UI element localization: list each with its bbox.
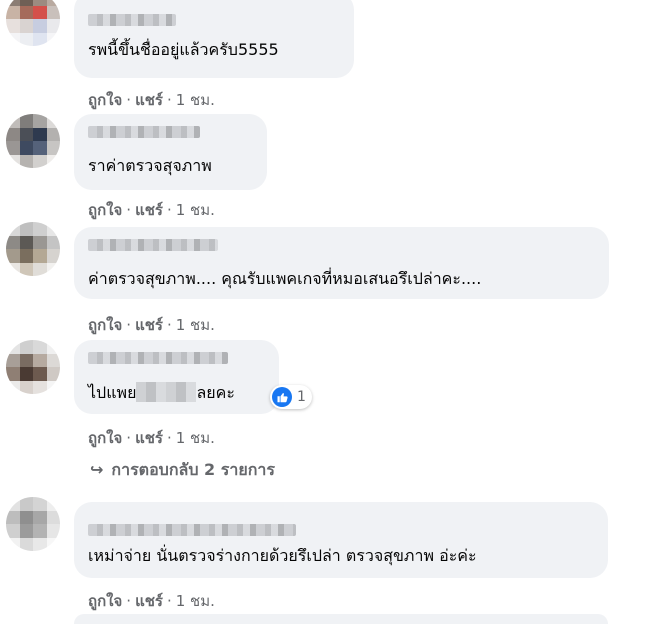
reaction-count: 1 <box>297 389 306 405</box>
share-link[interactable]: แชร์ <box>135 429 163 447</box>
separator: · <box>166 429 172 447</box>
avatar[interactable] <box>6 222 60 276</box>
comment-text-part: ไปแพย <box>88 383 137 402</box>
commenter-name[interactable] <box>88 126 200 138</box>
share-link[interactable]: แชร์ <box>135 91 163 109</box>
like-link[interactable]: ถูกใจ <box>88 91 122 109</box>
timestamp[interactable]: 1 ชม. <box>176 316 215 334</box>
comment-bubble: ค่าตรวจสุขภาพ.... คุณรับแพคเกจที่หมอเสนอ… <box>74 227 609 299</box>
timestamp[interactable]: 1 ชม. <box>176 429 215 447</box>
like-link[interactable]: ถูกใจ <box>88 201 122 219</box>
like-link[interactable]: ถูกใจ <box>88 429 122 447</box>
avatar[interactable] <box>6 497 60 551</box>
separator: · <box>126 201 132 219</box>
share-link[interactable]: แชร์ <box>135 201 163 219</box>
avatar[interactable] <box>6 340 60 394</box>
comment-actions: ถูกใจ · แชร์ · 1 ชม. <box>88 88 215 112</box>
separator: · <box>126 91 132 109</box>
timestamp[interactable]: 1 ชม. <box>176 201 215 219</box>
next-comment-bubble-edge <box>74 614 608 624</box>
comment-text: ไปแพย ลยคะ <box>88 382 235 403</box>
avatar[interactable] <box>6 0 60 46</box>
commenter-name[interactable] <box>88 14 176 26</box>
share-link[interactable]: แชร์ <box>135 316 163 334</box>
comment-text: รพนี้ขึ้นชื่ออยู่แล้วครับ5555 <box>88 40 279 59</box>
comment-text-part: ลยคะ <box>196 383 235 402</box>
comment-bubble: รพนี้ขึ้นชื่ออยู่แล้วครับ5555 <box>74 0 354 78</box>
comment-actions: ถูกใจ · แชร์ · 1 ชม. <box>88 198 215 222</box>
comment-bubble: เหม่าจ่าย นั่นตรวจร่างกายด้วยรึเปล่า ตรว… <box>74 502 608 578</box>
censored-text <box>136 382 197 402</box>
separator: · <box>126 429 132 447</box>
separator: · <box>166 592 172 610</box>
thumbs-up-icon <box>272 387 292 407</box>
replies-label: การตอบกลับ 2 รายการ <box>111 460 275 479</box>
separator: · <box>126 592 132 610</box>
comment-actions: ถูกใจ · แชร์ · 1 ชม. <box>88 313 215 337</box>
reply-arrow-icon: ↪ <box>90 460 104 479</box>
separator: · <box>166 316 172 334</box>
reaction-badge[interactable]: 1 <box>270 385 312 409</box>
comment-bubble: ราค่าตรวจสุจภาพ <box>74 114 267 190</box>
separator: · <box>166 91 172 109</box>
comment-actions: ถูกใจ · แชร์ · 1 ชม. <box>88 426 215 450</box>
separator: · <box>126 316 132 334</box>
like-link[interactable]: ถูกใจ <box>88 592 122 610</box>
view-replies-link[interactable]: ↪ การตอบกลับ 2 รายการ <box>90 458 275 483</box>
commenter-name[interactable] <box>88 239 218 251</box>
like-link[interactable]: ถูกใจ <box>88 316 122 334</box>
commenter-name[interactable] <box>88 352 228 364</box>
timestamp[interactable]: 1 ชม. <box>176 592 215 610</box>
timestamp[interactable]: 1 ชม. <box>176 91 215 109</box>
share-link[interactable]: แชร์ <box>135 592 163 610</box>
comment-text: เหม่าจ่าย นั่นตรวจร่างกายด้วยรึเปล่า ตรว… <box>88 546 477 565</box>
comment-text: ค่าตรวจสุขภาพ.... คุณรับแพคเกจที่หมอเสนอ… <box>88 269 482 288</box>
comment-bubble: ไปแพย ลยคะ <box>74 340 279 414</box>
comment-actions: ถูกใจ · แชร์ · 1 ชม. <box>88 589 215 613</box>
comment-text: ราค่าตรวจสุจภาพ <box>88 156 212 175</box>
separator: · <box>166 201 172 219</box>
avatar[interactable] <box>6 114 60 168</box>
commenter-name[interactable] <box>88 524 296 536</box>
